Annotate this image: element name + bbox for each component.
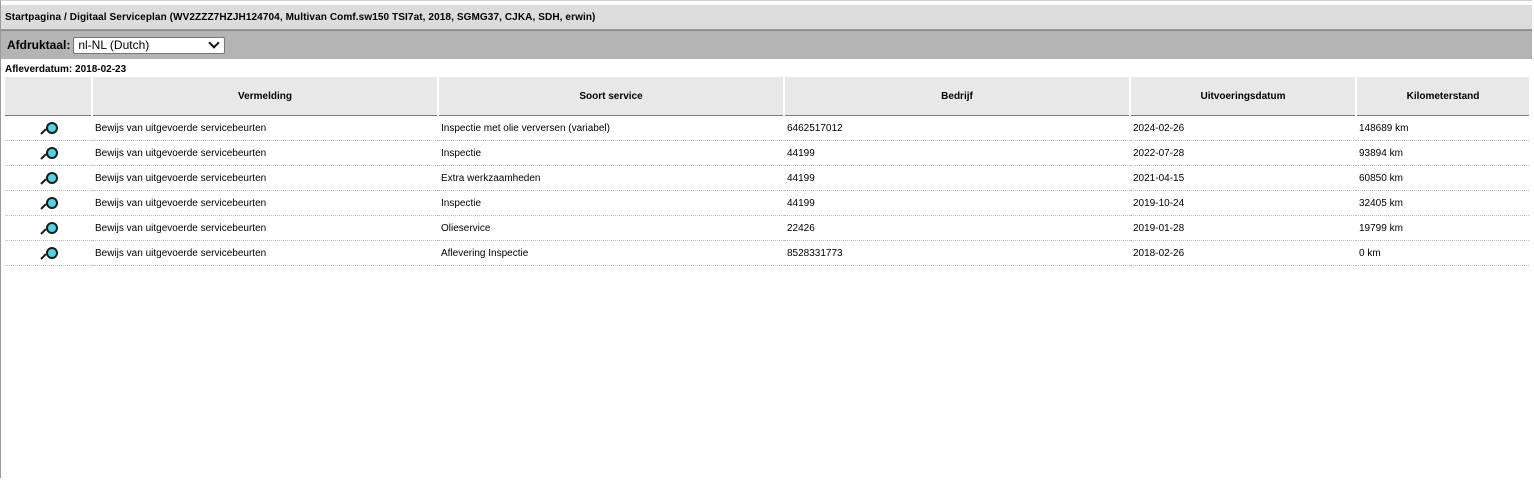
language-label: Afdruktaal: — [7, 38, 71, 52]
cell-uitvoeringsdatum: 2024-02-26 — [1130, 115, 1356, 141]
cell-uitvoeringsdatum: 2022-07-28 — [1130, 140, 1356, 166]
table-row: Bewijs van uitgevoerde servicebeurten In… — [5, 140, 1529, 166]
cell-kilometerstand: 148689 km — [1356, 115, 1529, 141]
cell-soort-service: Extra werkzaamheden — [438, 165, 784, 191]
language-select[interactable]: nl-NL (Dutch) — [73, 36, 226, 54]
table-row: Bewijs van uitgevoerde servicebeurten In… — [5, 115, 1529, 141]
table-row: Bewijs van uitgevoerde servicebeurten Af… — [5, 240, 1529, 266]
table-row: Bewijs van uitgevoerde servicebeurten Ex… — [5, 165, 1529, 191]
cell-kilometerstand: 60850 km — [1356, 165, 1529, 191]
service-table: Vermelding Soort service Bedrijf Uitvoer… — [5, 77, 1529, 266]
cell-uitvoeringsdatum: 2019-01-28 — [1130, 215, 1356, 241]
cell-kilometerstand: 32405 km — [1356, 190, 1529, 216]
cell-bedrijf: 44199 — [784, 165, 1130, 191]
column-header-icon — [5, 77, 92, 116]
cell-kilometerstand: 93894 km — [1356, 140, 1529, 166]
row-icon-cell[interactable] — [5, 115, 92, 141]
column-header-soort-service[interactable]: Soort service — [437, 77, 784, 116]
column-header-bedrijf[interactable]: Bedrijf — [783, 77, 1130, 116]
cell-kilometerstand: 19799 km — [1356, 215, 1529, 241]
cell-bedrijf: 44199 — [784, 190, 1130, 216]
delivery-date: Afleverdatum: 2018-02-23 — [5, 64, 127, 75]
magnifier-icon[interactable] — [39, 196, 58, 212]
table-row: Bewijs van uitgevoerde servicebeurten In… — [5, 190, 1529, 216]
cell-bedrijf: 6462517012 — [784, 115, 1130, 141]
cell-bedrijf: 8528331773 — [784, 240, 1130, 266]
column-header-vermelding[interactable]: Vermelding — [91, 77, 438, 116]
column-header-uitvoeringsdatum[interactable]: Uitvoeringsdatum — [1129, 77, 1356, 116]
breadcrumb: Startpagina / Digitaal Serviceplan (WV2Z… — [1, 5, 1532, 30]
row-icon-cell[interactable] — [5, 140, 92, 166]
magnifier-icon[interactable] — [39, 221, 58, 237]
column-header-kilometerstand[interactable]: Kilometerstand — [1355, 77, 1529, 116]
cell-soort-service: Inspectie met olie verversen (variabel) — [438, 115, 784, 141]
table-header-row: Vermelding Soort service Bedrijf Uitvoer… — [5, 77, 1529, 116]
magnifier-icon[interactable] — [39, 146, 58, 162]
magnifier-icon[interactable] — [39, 246, 58, 262]
cell-uitvoeringsdatum: 2018-02-26 — [1130, 240, 1356, 266]
row-icon-cell[interactable] — [5, 190, 92, 216]
magnifier-icon[interactable] — [39, 121, 58, 137]
cell-vermelding: Bewijs van uitgevoerde servicebeurten — [92, 115, 438, 141]
row-icon-cell[interactable] — [5, 215, 92, 241]
cell-vermelding: Bewijs van uitgevoerde servicebeurten — [92, 165, 438, 191]
cell-uitvoeringsdatum: 2019-10-24 — [1130, 190, 1356, 216]
cell-soort-service: Inspectie — [438, 140, 784, 166]
cell-soort-service: Olieservice — [438, 215, 784, 241]
row-icon-cell[interactable] — [5, 165, 92, 191]
cell-soort-service: Inspectie — [438, 190, 784, 216]
cell-vermelding: Bewijs van uitgevoerde servicebeurten — [92, 140, 438, 166]
magnifier-icon[interactable] — [39, 171, 58, 187]
cell-kilometerstand: 0 km — [1356, 240, 1529, 266]
breadcrumb-text[interactable]: Startpagina / Digitaal Serviceplan (WV2Z… — [5, 12, 595, 23]
cell-vermelding: Bewijs van uitgevoerde servicebeurten — [92, 215, 438, 241]
language-selected-value: nl-NL (Dutch) — [78, 38, 150, 52]
cell-bedrijf: 44199 — [784, 140, 1130, 166]
table-row: Bewijs van uitgevoerde servicebeurten Ol… — [5, 215, 1529, 241]
language-toolbar: Afdruktaal: nl-NL (Dutch) — [1, 30, 1532, 59]
row-icon-cell[interactable] — [5, 240, 92, 266]
chevron-down-icon — [208, 37, 221, 49]
cell-uitvoeringsdatum: 2021-04-15 — [1130, 165, 1356, 191]
cell-soort-service: Aflevering Inspectie — [438, 240, 784, 266]
cell-bedrijf: 22426 — [784, 215, 1130, 241]
cell-vermelding: Bewijs van uitgevoerde servicebeurten — [92, 190, 438, 216]
cell-vermelding: Bewijs van uitgevoerde servicebeurten — [92, 240, 438, 266]
